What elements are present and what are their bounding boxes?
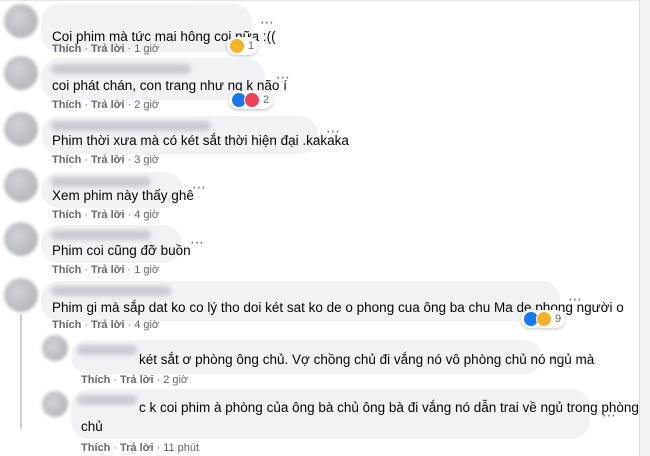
scrollbar-track[interactable] bbox=[639, 0, 650, 456]
comment-bubble: Phim gi mà sắp dat ko co lý tho doi két … bbox=[41, 281, 624, 321]
more-options-icon[interactable]: ⋯ bbox=[276, 70, 291, 84]
avatar[interactable] bbox=[4, 168, 38, 202]
love-reaction-icon bbox=[244, 92, 260, 108]
timestamp[interactable]: 4 giờ bbox=[134, 209, 159, 221]
like-button[interactable]: Thích bbox=[52, 43, 81, 55]
timestamp[interactable]: 2 giờ bbox=[134, 99, 159, 111]
commenter-name-blurred[interactable] bbox=[51, 230, 151, 240]
separator-dot: · bbox=[127, 99, 132, 111]
comment-actions: Thích · Trả lời · 1 giờ bbox=[52, 43, 159, 55]
avatar[interactable] bbox=[42, 391, 68, 417]
like-button[interactable]: Thích bbox=[52, 154, 81, 166]
separator-dot: · bbox=[127, 209, 132, 221]
like-button[interactable]: Thích bbox=[52, 209, 81, 221]
comment-text: Xem phim này thấy ghê bbox=[52, 188, 194, 203]
timestamp[interactable]: 1 giờ bbox=[134, 264, 159, 276]
separator-dot: · bbox=[156, 442, 161, 454]
reaction-summary[interactable]: 2 bbox=[229, 91, 274, 109]
more-options-icon[interactable]: ⋯ bbox=[190, 235, 205, 249]
more-options-icon[interactable]: ⋯ bbox=[602, 408, 617, 422]
comment-actions: Thích · Trả lời · 2 giờ bbox=[52, 99, 159, 111]
timestamp[interactable]: 4 giờ bbox=[134, 319, 159, 331]
reaction-summary[interactable]: 1 bbox=[227, 37, 259, 55]
more-options-icon[interactable]: ⋯ bbox=[551, 351, 566, 365]
like-button[interactable]: Thích bbox=[52, 99, 81, 111]
commenter-name-blurred[interactable] bbox=[77, 395, 137, 405]
commenter-name-blurred[interactable] bbox=[51, 121, 211, 131]
separator-dot: · bbox=[84, 43, 89, 55]
like-button[interactable]: Thích bbox=[52, 264, 81, 276]
more-options-icon[interactable]: ⋯ bbox=[326, 124, 341, 138]
reply-text: c k coi phim à phòng của ông bà chủ ông … bbox=[139, 400, 639, 415]
separator-dot: · bbox=[127, 43, 132, 55]
reply-bubble: két sắt ơ phòng ông chủ. Vợ chồng chủ đi… bbox=[71, 340, 594, 374]
comment-actions: Thích · Trả lời · 1 giờ bbox=[52, 264, 159, 276]
timestamp[interactable]: 3 giờ bbox=[134, 154, 159, 166]
timestamp[interactable]: 11 phút bbox=[163, 442, 199, 454]
commenter-name-blurred[interactable] bbox=[51, 177, 151, 187]
like-button[interactable]: Thích bbox=[81, 442, 110, 454]
comment-actions: Thích · Trả lời · 4 giờ bbox=[52, 319, 159, 331]
reply-button[interactable]: Trả lời bbox=[120, 374, 154, 386]
reply-actions: Thích · Trả lời · 11 phút bbox=[81, 442, 199, 454]
separator-dot: · bbox=[127, 264, 132, 276]
separator-dot: · bbox=[84, 99, 89, 111]
commenter-name-blurred[interactable] bbox=[51, 64, 191, 74]
top-divider bbox=[0, 0, 650, 1]
reply-bubble: c k coi phim à phòng của ông bà chủ ông … bbox=[71, 389, 639, 439]
separator-dot: · bbox=[84, 154, 89, 166]
sad-reaction-icon bbox=[229, 38, 245, 54]
comment-bubble: Xem phim này thấy ghê bbox=[41, 172, 194, 208]
reply-button[interactable]: Trả lời bbox=[120, 442, 154, 454]
avatar[interactable] bbox=[4, 112, 38, 146]
more-options-icon[interactable]: ⋯ bbox=[260, 15, 275, 29]
separator-dot: · bbox=[113, 374, 118, 386]
comment-bubble: Phim thời xưa mà có két sắt thời hiện đạ… bbox=[41, 116, 349, 154]
separator-dot: · bbox=[84, 264, 89, 276]
reply-button[interactable]: Trả lời bbox=[91, 154, 125, 166]
reply-actions: Thích · Trả lời · 2 giờ bbox=[81, 374, 188, 386]
reaction-count: 9 bbox=[555, 313, 562, 325]
separator-dot: · bbox=[84, 319, 89, 331]
reaction-count: 2 bbox=[263, 94, 270, 106]
reaction-summary[interactable]: 9 bbox=[521, 310, 566, 328]
reaction-count: 1 bbox=[248, 40, 255, 52]
avatar[interactable] bbox=[4, 4, 38, 38]
avatar[interactable] bbox=[42, 335, 68, 361]
separator-dot: · bbox=[127, 319, 132, 331]
reply-text: két sắt ơ phòng ông chủ. Vợ chồng chủ đi… bbox=[139, 352, 595, 367]
commenter-name-blurred[interactable] bbox=[51, 286, 171, 296]
more-options-icon[interactable]: ⋯ bbox=[568, 292, 583, 306]
comment-actions: Thích · Trả lời · 3 giờ bbox=[52, 154, 159, 166]
haha-reaction-icon bbox=[536, 311, 552, 327]
avatar[interactable] bbox=[4, 56, 38, 90]
reply-button[interactable]: Trả lời bbox=[91, 99, 125, 111]
comment-text: Phim thời xưa mà có két sắt thời hiện đạ… bbox=[52, 133, 349, 148]
more-options-icon[interactable]: ⋯ bbox=[192, 180, 207, 194]
reply-button[interactable]: Trả lời bbox=[91, 319, 125, 331]
comment-bubble: Phim coi cũng đỡ buồn bbox=[41, 225, 191, 263]
commenter-name-blurred[interactable] bbox=[77, 345, 137, 355]
comment-actions: Thích · Trả lời · 4 giờ bbox=[52, 209, 159, 221]
avatar[interactable] bbox=[4, 222, 38, 256]
reply-button[interactable]: Trả lời bbox=[91, 209, 125, 221]
like-button[interactable]: Thích bbox=[81, 374, 110, 386]
separator-dot: · bbox=[127, 154, 132, 166]
like-button[interactable]: Thích bbox=[52, 319, 81, 331]
separator-dot: · bbox=[156, 374, 161, 386]
reply-button[interactable]: Trả lời bbox=[91, 43, 125, 55]
reply-thread-line bbox=[20, 314, 22, 429]
comment-text: Phim coi cũng đỡ buồn bbox=[52, 243, 191, 258]
separator-dot: · bbox=[113, 442, 118, 454]
reply-button[interactable]: Trả lời bbox=[91, 264, 125, 276]
timestamp[interactable]: 1 giờ bbox=[134, 43, 159, 55]
timestamp[interactable]: 2 giờ bbox=[163, 374, 188, 386]
separator-dot: · bbox=[84, 209, 89, 221]
reply-text-continued: chủ bbox=[81, 419, 103, 434]
avatar[interactable] bbox=[4, 278, 38, 312]
